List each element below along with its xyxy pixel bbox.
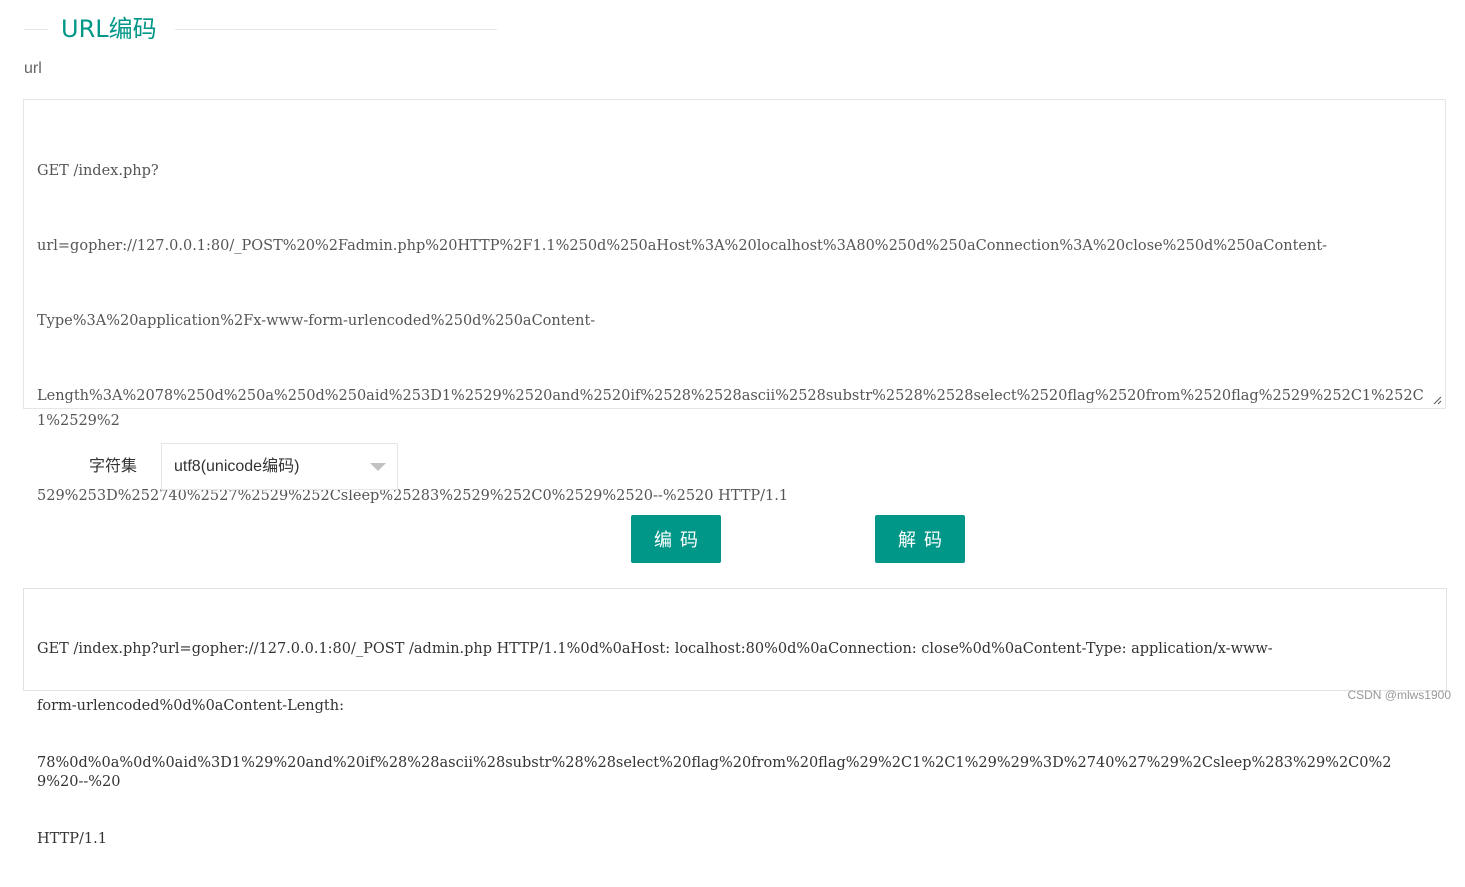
output-line: HTTP/1.1 [37, 831, 107, 847]
charset-select[interactable]: utf8(unicode编码) [161, 443, 398, 490]
decode-button[interactable]: 解码 [875, 515, 965, 563]
output-line: GET /index.php?url=gopher://127.0.0.1:80… [37, 641, 1273, 657]
output-line: form-urlencoded%0d%0aContent-Length: [37, 698, 344, 714]
output-line: 78%0d%0a%0d%0aid%3D1%29%20and%20if%28%28… [37, 755, 1392, 790]
page-title: URL编码 [61, 15, 157, 43]
input-line: url=gopher://127.0.0.1:80/_POST%20%2Fadm… [37, 238, 1328, 254]
result-text: GET /index.php?url=gopher://127.0.0.1:80… [37, 602, 1406, 887]
resize-grip-icon[interactable] [1432, 395, 1442, 405]
charset-select-value: utf8(unicode编码) [174, 458, 300, 475]
chevron-down-icon [370, 463, 386, 471]
legend-line-left [24, 29, 48, 30]
legend-line-right [175, 29, 497, 30]
charset-label: 字符集 [89, 456, 138, 475]
input-line: GET /index.php? [37, 163, 159, 179]
watermark: CSDN @mlws1900 [1347, 688, 1451, 702]
input-line: Length%3A%2078%250d%250a%250d%250aid%253… [37, 388, 1424, 429]
input-line: Type%3A%20application%2Fx-www-form-urlen… [37, 313, 596, 329]
url-field-label: url [24, 60, 42, 77]
result-output: GET /index.php?url=gopher://127.0.0.1:80… [23, 588, 1447, 847]
url-textarea[interactable]: GET /index.php? url=gopher://127.0.0.1:8… [23, 99, 1446, 504]
encode-button[interactable]: 编码 [631, 515, 721, 563]
url-textarea-text: GET /index.php? url=gopher://127.0.0.1:8… [37, 109, 1435, 559]
